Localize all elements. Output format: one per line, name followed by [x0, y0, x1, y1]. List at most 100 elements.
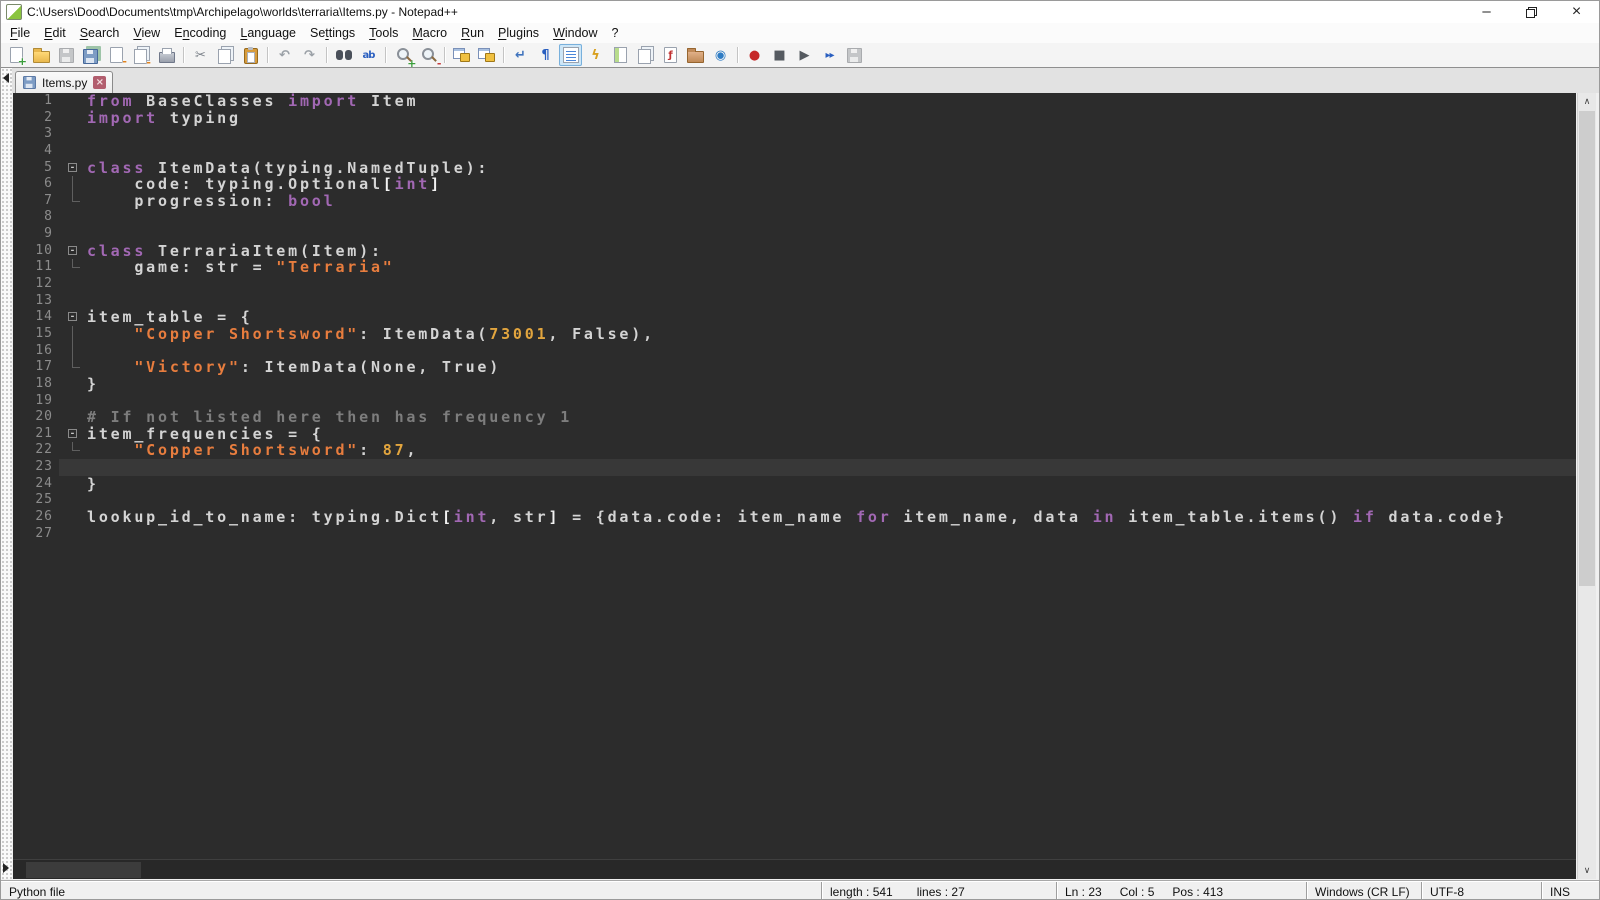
menu-settings[interactable]: Settings: [303, 24, 362, 42]
record-macro-icon[interactable]: ●: [743, 44, 766, 66]
editor[interactable]: 1from BaseClasses import Item2import typ…: [13, 93, 1576, 859]
toolbar-separator: [326, 47, 327, 63]
code-segment: from: [87, 93, 134, 110]
redo-icon[interactable]: ↷: [298, 44, 321, 66]
menu-help[interactable]: ?: [605, 24, 626, 42]
folder-as-workspace-icon[interactable]: ƒ: [659, 44, 682, 66]
menu-language[interactable]: Language: [233, 24, 303, 42]
menu-macro[interactable]: Macro: [405, 24, 454, 42]
minimize-button[interactable]: –: [1464, 1, 1509, 23]
restore-button[interactable]: [1509, 1, 1554, 23]
code-segment: for: [856, 508, 892, 526]
zoom-out-icon[interactable]: -: [416, 44, 439, 66]
new-file-icon[interactable]: +: [5, 44, 28, 66]
tab-items-py[interactable]: Items.py ×: [15, 71, 113, 93]
copy-icon[interactable]: [214, 44, 237, 66]
menu-edit[interactable]: Edit: [37, 24, 73, 42]
function-list-icon[interactable]: ϟ: [584, 44, 607, 66]
code-segment: }: [87, 475, 99, 493]
status-caret-position[interactable]: Ln : 23Col : 5Pos : 413: [1056, 882, 1306, 900]
close-icon[interactable]: -: [105, 44, 128, 66]
replace-icon[interactable]: ab: [357, 44, 380, 66]
line-number: 4: [13, 143, 59, 160]
save-macro-icon[interactable]: [843, 44, 866, 66]
close-button[interactable]: ×: [1554, 1, 1599, 23]
close-icon: ×: [1572, 3, 1581, 21]
code-text: game: str = "Terraria": [87, 259, 395, 276]
menu-run[interactable]: Run: [454, 24, 491, 42]
open-file-icon[interactable]: [30, 44, 53, 66]
fold-margin: [59, 259, 87, 276]
document-map-icon[interactable]: [609, 44, 632, 66]
toolbar-separator: [183, 47, 184, 63]
fold-margin: [59, 442, 87, 459]
fold-collapse-icon[interactable]: -: [68, 312, 77, 321]
zoom-in-icon[interactable]: +: [391, 44, 414, 66]
vertical-scrollbar-thumb[interactable]: [1579, 111, 1595, 586]
menu-view[interactable]: View: [126, 24, 167, 42]
collapse-right-icon[interactable]: [3, 863, 9, 873]
fold-collapse-icon[interactable]: -: [68, 163, 77, 172]
menu-encoding[interactable]: Encoding: [167, 24, 233, 42]
cut-icon[interactable]: ✂: [189, 44, 212, 66]
menu-tools[interactable]: Tools: [362, 24, 405, 42]
code-segment: ]: [430, 175, 442, 193]
code-text: class TerrariaItem(Item):: [87, 243, 383, 260]
monitoring-icon[interactable]: ◉: [709, 44, 732, 66]
show-all-chars-icon[interactable]: ¶: [534, 44, 557, 66]
cut-icon-glyph: ✂: [192, 46, 210, 64]
toolbar-separator: [503, 47, 504, 63]
document-list-icon[interactable]: [634, 44, 657, 66]
menu-file[interactable]: File: [3, 24, 37, 42]
code-segment: [87, 358, 134, 376]
status-insert-mode[interactable]: INS: [1541, 882, 1599, 900]
code-line-22: 22 "Copper Shortsword": 87,: [13, 442, 1576, 459]
horizontal-scrollbar[interactable]: [13, 859, 1576, 879]
save-all-icon[interactable]: [80, 44, 103, 66]
stop-recording-icon[interactable]: ■: [768, 44, 791, 66]
indent-guide-icon[interactable]: [559, 44, 582, 66]
toolbar-separator: [444, 47, 445, 63]
collapse-left-icon[interactable]: [3, 73, 9, 83]
line-number: 10: [13, 243, 59, 260]
paste-icon[interactable]: [239, 44, 262, 66]
toolbar-separator: [737, 47, 738, 63]
menu-search[interactable]: Search: [73, 24, 127, 42]
status-encoding[interactable]: UTF-8: [1421, 882, 1541, 900]
menu-window[interactable]: Window: [546, 24, 604, 42]
menu-bar: FileEditSearchViewEncodingLanguageSettin…: [1, 23, 1599, 43]
run-macro-multiple-icon[interactable]: ▸▸: [818, 44, 841, 66]
status-length: length : 541lines : 27: [821, 882, 1056, 900]
left-gripper[interactable]: [1, 67, 12, 879]
close-all-icon[interactable]: -: [130, 44, 153, 66]
tab-close-icon[interactable]: ×: [93, 76, 106, 89]
status-pos-value: Pos : 413: [1172, 885, 1223, 899]
sync-horizontal-scroll-icon[interactable]: [475, 44, 498, 66]
menu-plugins[interactable]: Plugins: [491, 24, 546, 42]
line-number: 3: [13, 126, 59, 143]
undo-icon[interactable]: ↶: [273, 44, 296, 66]
fold-margin: [59, 476, 87, 493]
fold-margin: -: [59, 160, 87, 177]
word-wrap-icon[interactable]: ↵: [509, 44, 532, 66]
print-icon[interactable]: [155, 44, 178, 66]
scroll-up-button[interactable]: ∧: [1578, 93, 1596, 110]
code-segment: class: [87, 159, 146, 177]
vertical-scrollbar[interactable]: ∧ ∨: [1577, 93, 1596, 879]
code-segment: int: [454, 508, 490, 526]
status-eol-format[interactable]: Windows (CR LF): [1306, 882, 1421, 900]
fold-collapse-icon[interactable]: -: [68, 246, 77, 255]
fold-collapse-icon[interactable]: -: [68, 429, 77, 438]
scroll-down-button[interactable]: ∨: [1578, 862, 1596, 879]
sync-vertical-scroll-icon[interactable]: [450, 44, 473, 66]
save-icon-glyph: [59, 48, 74, 63]
code-segment: game: str =: [87, 258, 276, 276]
toolbar-separator: [385, 47, 386, 63]
save-icon[interactable]: [55, 44, 78, 66]
find-icon[interactable]: [332, 44, 355, 66]
horizontal-scrollbar-thumb[interactable]: [26, 862, 141, 878]
project-folder-icon[interactable]: [684, 44, 707, 66]
play-macro-icon[interactable]: ▶: [793, 44, 816, 66]
code-segment: ]: [548, 508, 560, 526]
undo-icon-glyph: ↶: [276, 46, 294, 64]
